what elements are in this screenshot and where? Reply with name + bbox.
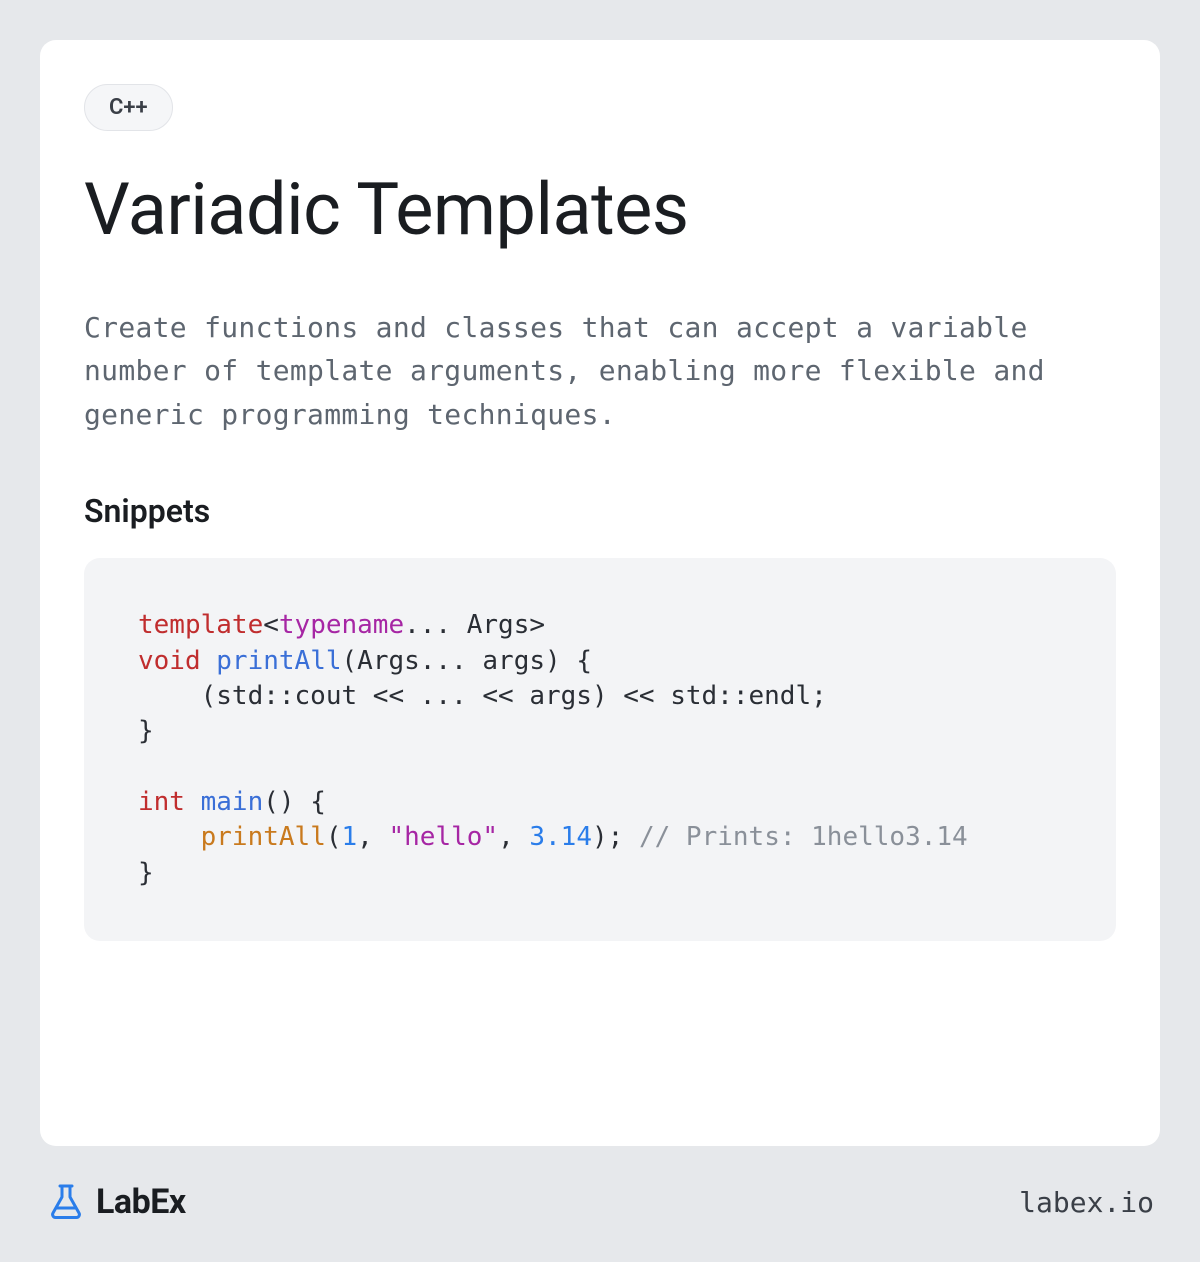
content-card: C++ Variadic Templates Create functions … [40, 40, 1160, 1146]
footer: LabEx labex.io [40, 1182, 1160, 1222]
language-badge: C++ [84, 84, 173, 131]
code-snippet: template<typename... Args> void printAll… [84, 558, 1116, 941]
snippets-heading: Snippets [84, 492, 1116, 530]
brand-name: LabEx [96, 1182, 186, 1222]
page-title: Variadic Templates [84, 167, 1116, 252]
flask-icon [46, 1182, 86, 1222]
domain-text: labex.io [1019, 1186, 1154, 1219]
description-text: Create functions and classes that can ac… [84, 306, 1116, 436]
brand-logo: LabEx [46, 1182, 186, 1222]
